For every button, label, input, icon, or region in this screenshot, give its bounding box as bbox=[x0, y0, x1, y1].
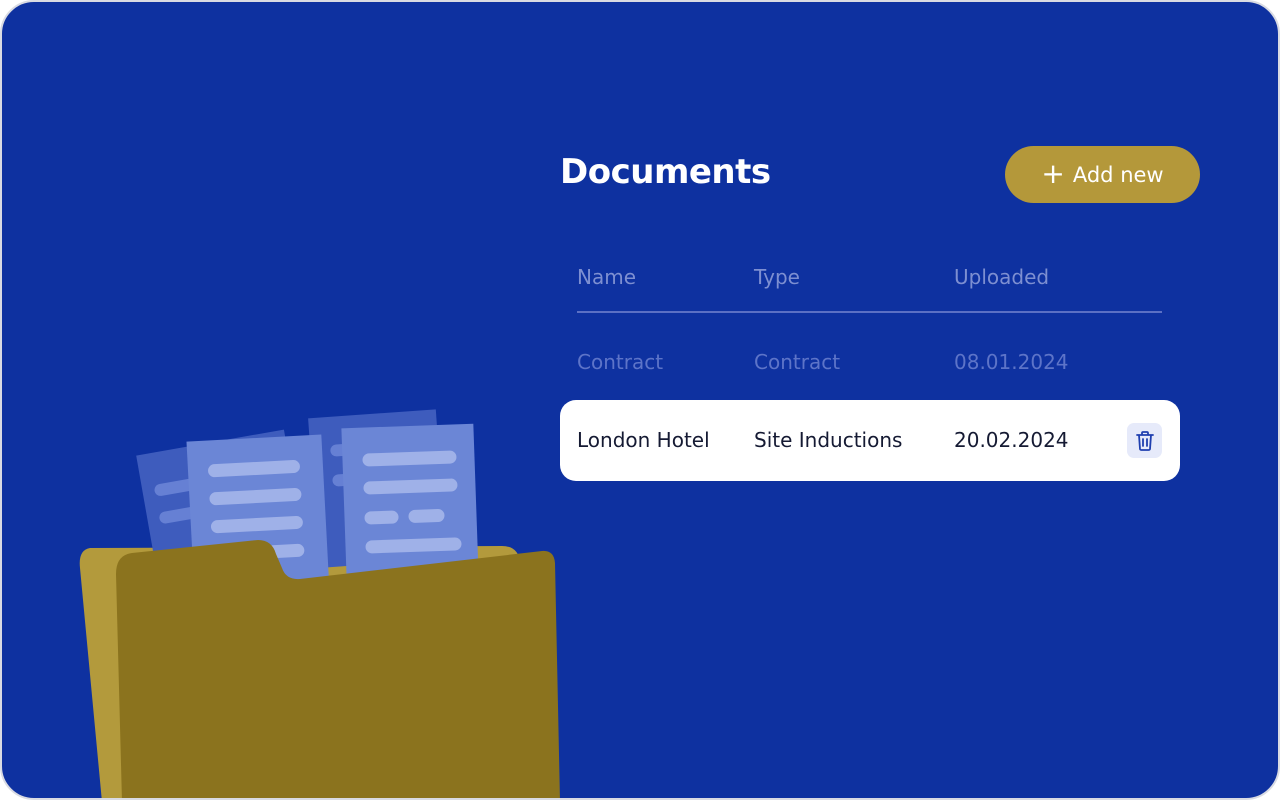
header-divider bbox=[577, 311, 1162, 313]
plus-icon: + bbox=[1041, 156, 1065, 190]
column-header-type: Type bbox=[754, 265, 800, 289]
column-header-name: Name bbox=[577, 265, 637, 289]
row-name-cell: London Hotel bbox=[577, 428, 710, 452]
documents-panel: Documents + Add new Name Type Uploaded C… bbox=[0, 0, 1280, 800]
table-row-highlighted[interactable]: London Hotel Site Inductions 20.02.2024 bbox=[560, 400, 1180, 481]
row-type-cell[interactable]: Contract bbox=[754, 350, 840, 374]
row-name-cell[interactable]: Contract bbox=[577, 350, 663, 374]
page-title: Documents bbox=[560, 152, 771, 192]
row-uploaded-cell: 20.02.2024 bbox=[954, 428, 1069, 452]
add-new-button[interactable]: + Add new bbox=[1005, 146, 1200, 203]
delete-button[interactable] bbox=[1127, 423, 1162, 458]
row-uploaded-cell[interactable]: 08.01.2024 bbox=[954, 350, 1069, 374]
trash-icon bbox=[1135, 430, 1154, 451]
add-new-label: Add new bbox=[1072, 162, 1164, 187]
row-type-cell: Site Inductions bbox=[754, 428, 903, 452]
column-header-uploaded: Uploaded bbox=[954, 265, 1050, 289]
